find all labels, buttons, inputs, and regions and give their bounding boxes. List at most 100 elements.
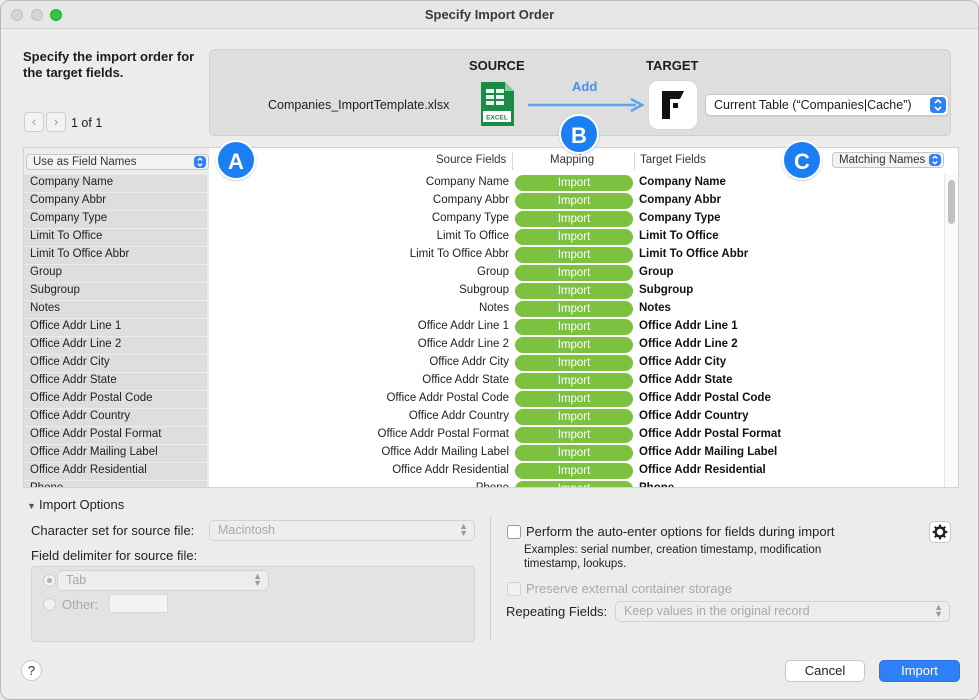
table-row[interactable]: Office Addr Line 2 Office Addr Line 2 Impo… — [24, 336, 944, 354]
import-mapping-toggle[interactable]: Import — [515, 409, 633, 425]
source-data-cell: Office Addr Residential — [24, 463, 207, 480]
source-field-name: Office Addr Residential — [392, 464, 509, 476]
table-row[interactable]: Office Addr Line 1 Office Addr Line 1 Impo… — [24, 318, 944, 336]
source-field-name: Subgroup — [459, 284, 509, 296]
table-row[interactable]: Office Addr Postal Format Office Addr Pos… — [24, 426, 944, 444]
charset-label: Character set for source file: — [31, 523, 195, 538]
callout-badge-c: C — [782, 140, 822, 180]
other-label: Other: — [62, 597, 99, 612]
source-data-cell: Office Addr State — [24, 373, 207, 390]
auto-enter-settings-button[interactable] — [929, 521, 951, 543]
tab-radio[interactable] — [43, 574, 56, 587]
matching-names-select[interactable]: Matching Names — [832, 152, 944, 168]
next-record-button[interactable]: › — [46, 112, 66, 132]
table-row[interactable]: Office Addr Mailing Label Office Addr Mai… — [24, 444, 944, 462]
target-fields-header: Target Fields — [640, 154, 706, 166]
use-as-value: Use as Field Names — [33, 156, 137, 168]
source-field-name: Office Addr Postal Code — [386, 392, 509, 404]
column-divider — [512, 152, 513, 170]
source-data-cell: Office Addr Postal Format — [24, 427, 207, 444]
table-row[interactable]: Office Addr Country Office Addr Country Im… — [24, 408, 944, 426]
target-field-name: Company Type — [639, 212, 721, 224]
source-field-name: Office Addr Line 2 — [417, 338, 509, 350]
column-divider — [634, 152, 635, 170]
import-mapping-toggle[interactable]: Import — [515, 265, 633, 281]
target-field-name: Notes — [639, 302, 671, 314]
charset-value: Macintosh — [218, 523, 275, 537]
import-mapping-toggle[interactable]: Import — [515, 301, 633, 317]
mapping-rows: Company Name Company Name Import Company Na… — [24, 174, 944, 487]
import-mapping-toggle[interactable]: Import — [515, 373, 633, 389]
source-field-name: Office Addr Line 1 — [417, 320, 509, 332]
preserve-storage-checkbox[interactable] — [507, 582, 521, 596]
charset-select[interactable]: Macintosh ▲ ▼ — [209, 520, 475, 541]
cancel-button[interactable]: Cancel — [785, 660, 865, 682]
updown-chevron-icon: ▲ ▼ — [459, 521, 468, 538]
source-field-name: Notes — [478, 302, 509, 314]
source-field-name: Office Addr Country — [408, 410, 509, 422]
updown-chevron-icon: ▲ ▼ — [934, 602, 943, 619]
other-radio[interactable] — [43, 598, 56, 611]
repeating-fields-select[interactable]: Keep values in the original record ▲ ▼ — [615, 601, 950, 622]
delimiter-tab-value: Tab — [66, 573, 87, 587]
target-title: TARGET — [646, 58, 699, 73]
use-as-field-names-select[interactable]: Use as Field Names — [26, 154, 209, 170]
source-data-cell: Company Name — [24, 175, 207, 192]
import-mapping-toggle[interactable]: Import — [515, 193, 633, 209]
source-data-cell: Limit To Office Abbr — [24, 247, 207, 264]
import-mapping-toggle[interactable]: Import — [515, 427, 633, 443]
table-row[interactable]: Phone Phone Import Phone — [24, 480, 944, 487]
source-data-cell: Limit To Office — [24, 229, 207, 246]
table-row[interactable]: Office Addr Residential Office Addr Resid… — [24, 462, 944, 480]
import-options-title: Import Options — [39, 497, 125, 512]
table-row[interactable]: Group Group Import Group — [24, 264, 944, 282]
table-row[interactable]: Limit To Office Limit To Office Import Limi… — [24, 228, 944, 246]
source-field-name: Office Addr Mailing Label — [381, 446, 509, 458]
excel-file-icon: EXCEL — [481, 82, 514, 126]
import-mapping-toggle[interactable]: Import — [515, 319, 633, 335]
table-row[interactable]: Notes Notes Import Notes — [24, 300, 944, 318]
matching-value: Matching Names — [839, 154, 926, 166]
table-row[interactable]: Company Type Company Type Import Company Ty… — [24, 210, 944, 228]
import-mapping-toggle[interactable]: Import — [515, 247, 633, 263]
table-row[interactable]: Subgroup Subgroup Import Subgroup — [24, 282, 944, 300]
table-row[interactable]: Limit To Office Abbr Limit To Office Abbr… — [24, 246, 944, 264]
import-mapping-toggle[interactable]: Import — [515, 211, 633, 227]
dialog-heading: Specify the import order for the target … — [23, 49, 195, 80]
source-file-name: Companies_ImportTemplate.xlsx — [268, 98, 450, 112]
target-field-name: Office Addr Postal Code — [639, 392, 771, 404]
previous-record-button[interactable]: ‹ — [24, 112, 44, 132]
scroll-thumb[interactable] — [948, 180, 955, 224]
import-options-disclosure[interactable]: ▼ Import Options — [27, 497, 124, 512]
table-row[interactable]: Office Addr State Office Addr State Import… — [24, 372, 944, 390]
import-mapping-toggle[interactable]: Import — [515, 229, 633, 245]
import-mapping-toggle[interactable]: Import — [515, 175, 633, 191]
source-data-cell: Phone — [24, 481, 207, 487]
table-scrollbar[interactable] — [944, 174, 958, 487]
import-mapping-toggle[interactable]: Import — [515, 481, 633, 487]
import-mapping-toggle[interactable]: Import — [515, 337, 633, 353]
import-button[interactable]: Import — [879, 660, 960, 682]
delimiter-label: Field delimiter for source file: — [31, 548, 198, 563]
table-row[interactable]: Office Addr Postal Code Office Addr Posta… — [24, 390, 944, 408]
import-mapping-toggle[interactable]: Import — [515, 445, 633, 461]
mapping-header: Mapping — [550, 154, 595, 166]
table-row[interactable]: Company Abbr Company Abbr Import Company Ab… — [24, 192, 944, 210]
table-row[interactable]: Office Addr City Office Addr City Import Of… — [24, 354, 944, 372]
source-data-cell: Office Addr Country — [24, 409, 207, 426]
import-mapping-toggle[interactable]: Import — [515, 463, 633, 479]
help-button[interactable]: ? — [21, 660, 42, 681]
source-field-name: Company Abbr — [432, 194, 509, 206]
gear-icon — [932, 524, 948, 540]
target-field-name: Subgroup — [639, 284, 694, 296]
callout-badge-b: B — [559, 114, 599, 154]
auto-enter-checkbox[interactable] — [507, 525, 521, 539]
import-mapping-toggle[interactable]: Import — [515, 391, 633, 407]
updown-chevron-icon: ▲ ▼ — [253, 571, 262, 588]
import-mapping-toggle[interactable]: Import — [515, 355, 633, 371]
target-table-select[interactable]: Current Table (“Companies|Cache”) — [705, 94, 949, 116]
other-delimiter-input[interactable] — [109, 594, 168, 613]
target-field-name: Office Addr State — [639, 374, 733, 386]
import-mapping-toggle[interactable]: Import — [515, 283, 633, 299]
delimiter-tab-select[interactable]: Tab ▲ ▼ — [57, 570, 269, 591]
